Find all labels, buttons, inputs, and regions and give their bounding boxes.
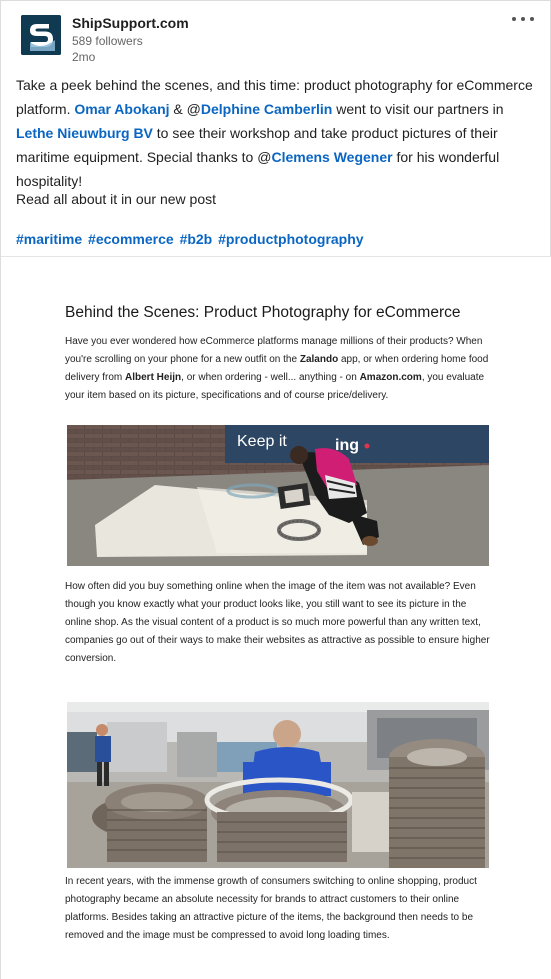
article-paragraph-2: How often did you buy something online w… <box>65 581 490 664</box>
read-more-text: Read all about it in our new post <box>16 191 217 207</box>
hashtag-productphotography[interactable]: #productphotography <box>218 231 363 247</box>
p1-text-d: , or when ordering - well... anything - … <box>181 372 360 383</box>
follower-count: 589 followers <box>72 34 143 48</box>
hashtag-maritime[interactable]: #maritime <box>16 231 82 247</box>
article-paragraph-3: In recent years, with the immense growth… <box>65 876 477 941</box>
body-text-3: went to visit our partners in <box>332 101 504 117</box>
banner-text-2: ing <box>335 437 359 454</box>
p1-bold-zalando: Zalando <box>299 354 339 365</box>
post-body: Take a peek behind the scenes, and this … <box>16 73 541 193</box>
article-title: Behind the Scenes: Product Photography f… <box>65 304 461 321</box>
article-photo-workshop <box>67 702 489 868</box>
article-paragraph-1: Have you ever wondered how eCommerce pla… <box>65 333 495 405</box>
mention-delphine-camberlin[interactable]: Delphine Camberlin <box>201 101 332 117</box>
article-preview[interactable]: Behind the Scenes: Product Photography f… <box>1 257 551 979</box>
post-header: ShipSupport.com 589 followers 2mo <box>1 1 551 67</box>
body-text-2: & @ <box>169 101 201 117</box>
more-options-icon[interactable] <box>509 9 537 29</box>
dot <box>530 17 534 21</box>
hashtag-list: #maritime #ecommerce #b2b #productphotog… <box>16 227 366 251</box>
dot <box>512 17 516 21</box>
post-age: 2mo <box>72 50 96 64</box>
mention-omar-abokanj[interactable]: Omar Abokanj <box>74 101 169 117</box>
company-name[interactable]: ShipSupport.com <box>72 15 189 31</box>
linkedin-post: ShipSupport.com 589 followers 2mo Take a… <box>0 0 551 979</box>
p1-bold-albert-heijn: Albert Heijn <box>125 372 182 383</box>
article-photo-photographer: Keep it ing <box>67 425 489 566</box>
banner-text: Keep it <box>237 433 287 450</box>
dot <box>521 17 525 21</box>
shipsupport-logo-icon[interactable] <box>21 15 61 55</box>
hashtag-b2b[interactable]: #b2b <box>180 231 213 247</box>
mention-clemens-wegener[interactable]: Clemens Wegener <box>271 149 392 165</box>
p1-bold-amazon: Amazon.com <box>359 372 422 383</box>
hashtag-ecommerce[interactable]: #ecommerce <box>88 231 174 247</box>
mention-lethe-nieuwburg[interactable]: Lethe Nieuwburg BV <box>16 125 153 141</box>
